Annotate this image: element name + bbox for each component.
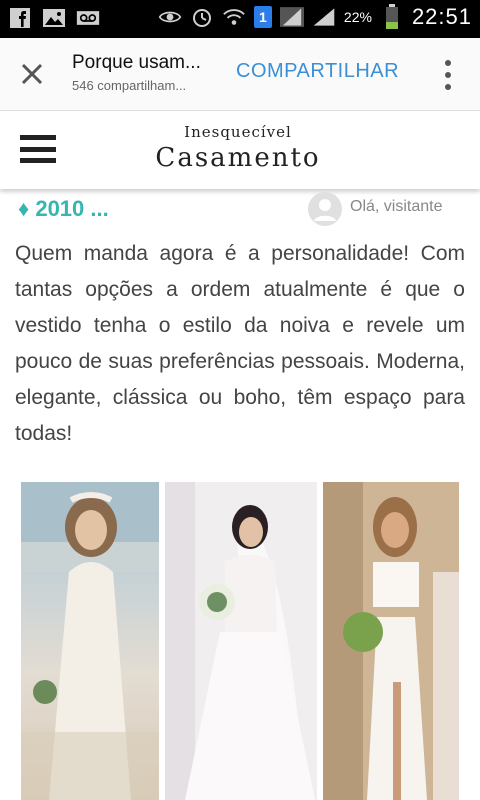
hamburger-icon — [20, 135, 56, 140]
article-body: Quem manda agora é a personalidade! Com … — [15, 242, 465, 445]
status-bar-left-icons — [8, 6, 100, 30]
alarm-icon — [190, 5, 214, 29]
battery-icon — [380, 4, 404, 29]
signal-icon-sim1 — [279, 5, 304, 29]
bride-beach-boho-photo[interactable] — [21, 482, 159, 800]
article-meta: ♦ 2010 ... Olá, visitante — [0, 192, 480, 228]
app-bar-titles: Porque usam... 546 compartilham... — [72, 52, 232, 93]
eye-icon — [158, 5, 182, 29]
battery-percent: 22% — [343, 9, 372, 25]
close-icon — [21, 63, 43, 85]
close-button[interactable] — [18, 60, 46, 88]
site-logo[interactable]: Inesquecível Casamento — [150, 123, 326, 179]
status-bar-right-icons: 1 22% 22:51 — [158, 4, 472, 30]
logo-top-text: Inesquecível — [184, 123, 292, 141]
user-avatar-icon — [308, 192, 342, 226]
signal-icon-sim2 — [312, 5, 336, 29]
wifi-icon — [222, 5, 246, 29]
more-vert-icon-dot — [445, 72, 451, 78]
gallery-icon — [42, 6, 66, 30]
era-link[interactable]: ♦ 2010 ... — [18, 196, 109, 222]
bride-lace-gown-photo[interactable] — [165, 482, 317, 800]
more-vert-icon — [445, 60, 451, 66]
avatar[interactable] — [308, 192, 342, 226]
clock: 22:51 — [411, 4, 472, 29]
app-bar: Porque usam... 546 compartilham... COMPA… — [0, 38, 480, 111]
more-vert-icon-dot — [445, 84, 451, 90]
share-count: 546 compartilham... — [72, 78, 187, 93]
menu-button[interactable] — [20, 135, 56, 163]
logo-main-text: Casamento — [155, 143, 321, 173]
facebook-icon — [8, 6, 32, 30]
bride-two-piece-photo[interactable] — [323, 482, 459, 800]
greeting-link[interactable]: Olá, visitante — [350, 198, 442, 216]
hamburger-icon-bar — [20, 158, 56, 163]
page-title: Porque usam... — [72, 52, 201, 73]
overflow-menu-button[interactable] — [444, 60, 452, 90]
notification-badge: 1 — [253, 6, 272, 28]
hamburger-icon-bar — [20, 146, 56, 152]
status-bar: 1 22% 22:51 — [0, 0, 480, 38]
site-header: Inesquecível Casamento — [0, 111, 480, 189]
share-button[interactable]: COMPARTILHAR — [236, 60, 399, 83]
voicemail-icon — [76, 6, 100, 30]
